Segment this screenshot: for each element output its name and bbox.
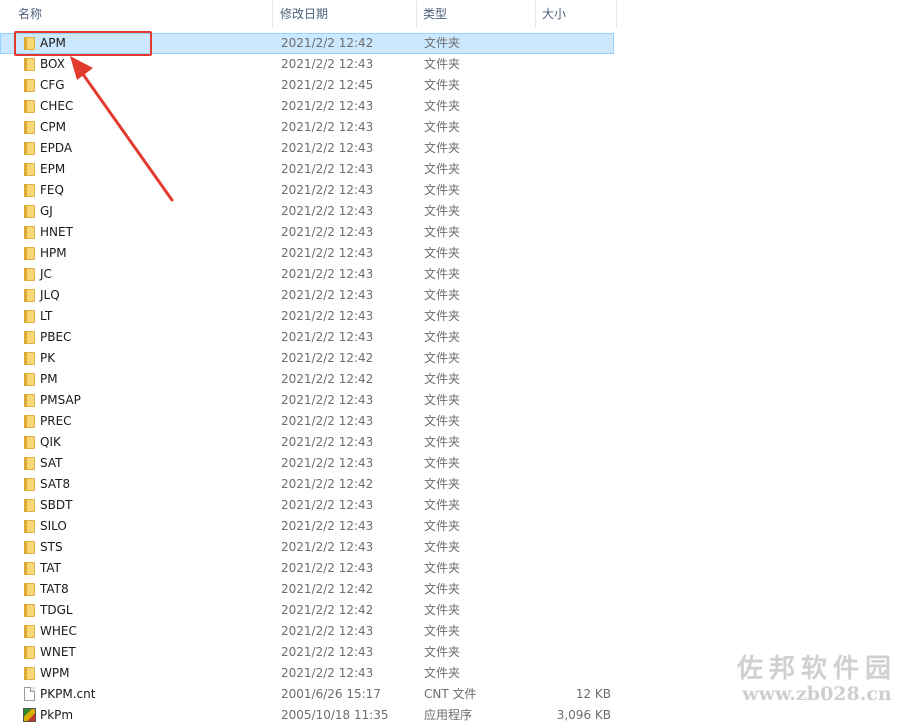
watermark-url: www.zb028.cn — [742, 683, 892, 705]
red-arrow-icon — [70, 56, 174, 202]
watermark-brand: 佐邦软件园 — [736, 654, 897, 684]
watermark: 佐邦软件园 www.zb028.cn — [722, 648, 912, 705]
